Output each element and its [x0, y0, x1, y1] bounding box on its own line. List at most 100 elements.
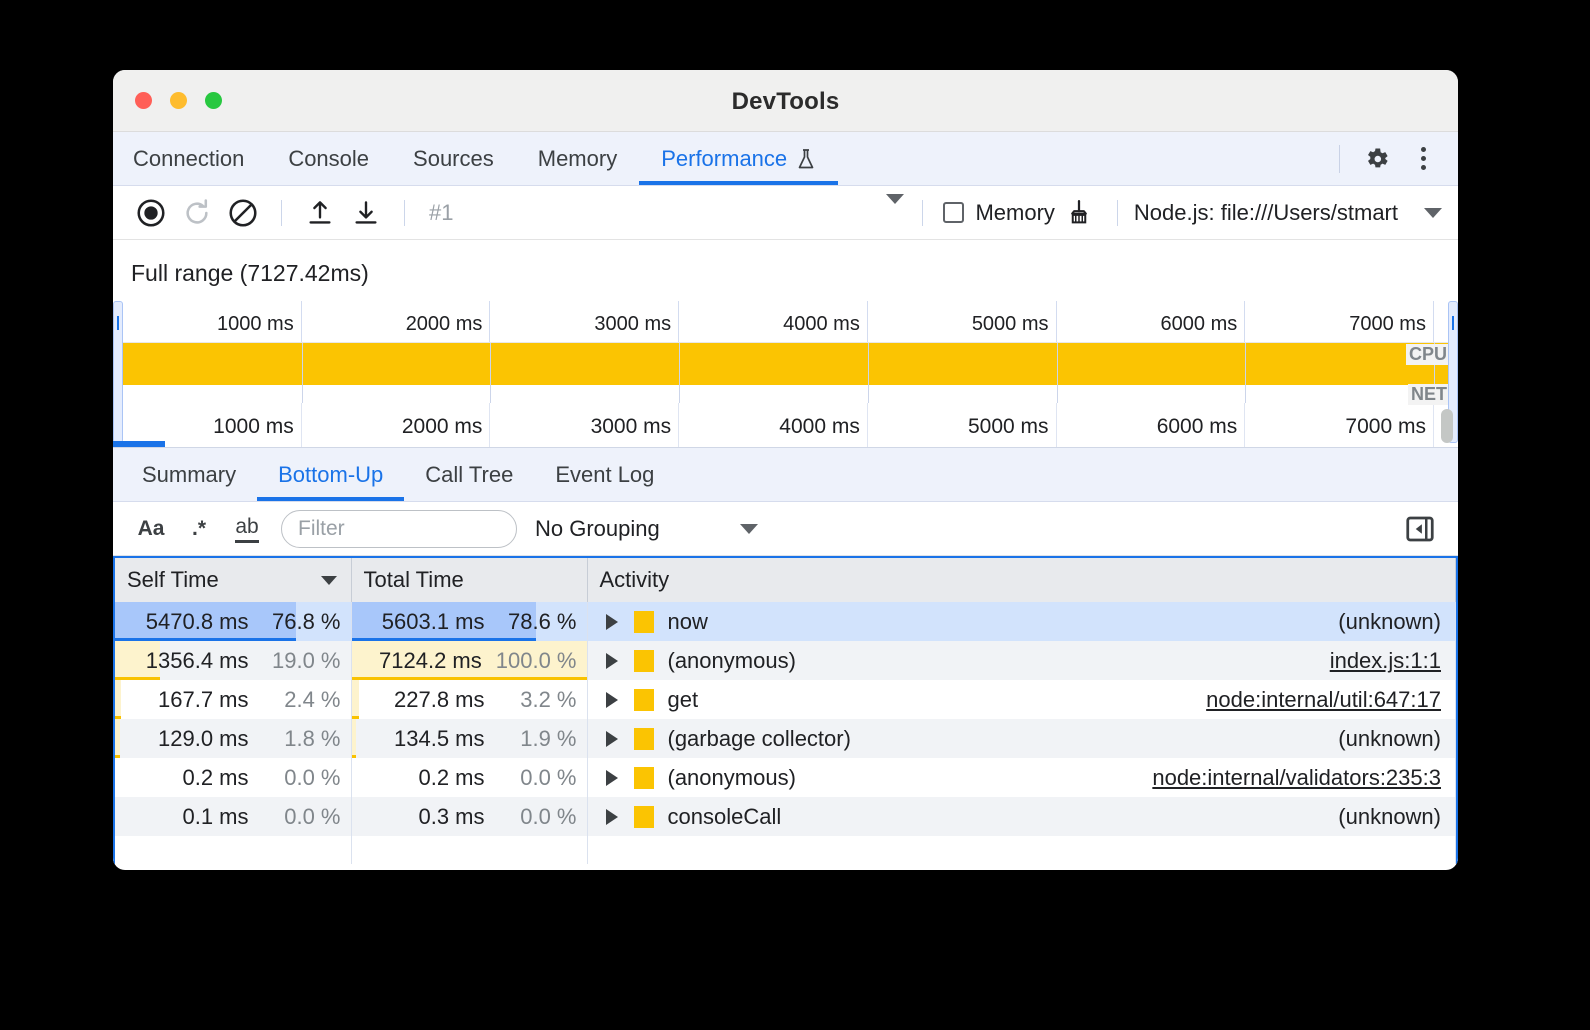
load-profile-button[interactable]: [298, 192, 342, 234]
range-scroll-indicator[interactable]: [113, 441, 165, 447]
tab-bottom-up[interactable]: Bottom-Up: [257, 448, 404, 501]
recording-toolbar: #1 Memory Node.js: file:///Users/stmart: [113, 186, 1458, 240]
regex-button[interactable]: .*: [175, 509, 223, 549]
window-title: DevTools: [113, 88, 1458, 116]
divider: [281, 200, 282, 226]
grouping-selector[interactable]: No Grouping: [535, 516, 758, 542]
cell-content: 0.2 ms0.0 %: [352, 758, 587, 797]
overview-tracks[interactable]: CPU NET: [113, 343, 1458, 403]
cell-content: 7124.2 ms100.0 %: [352, 641, 587, 680]
save-profile-button[interactable]: [344, 192, 388, 234]
collect-garbage-broom-icon: [1064, 198, 1094, 228]
activity-content: consoleCall(unknown): [588, 797, 1456, 836]
tab-memory[interactable]: Memory: [516, 132, 639, 185]
column-header-activity[interactable]: Activity: [587, 558, 1456, 602]
tab-call-tree[interactable]: Call Tree: [404, 448, 534, 501]
bottom-up-datagrid[interactable]: Self Time Total Time Activity 5470.8 ms7…: [113, 556, 1458, 864]
total-time-value: 5603.1 ms: [382, 609, 485, 635]
activity-content: (anonymous)node:internal/validators:235:…: [588, 758, 1456, 797]
collect-garbage-button[interactable]: [1057, 192, 1101, 234]
range-start-handle[interactable]: [113, 301, 123, 443]
cell-self-time: 129.0 ms1.8 %: [115, 719, 351, 758]
table-row[interactable]: 167.7 ms2.4 %227.8 ms3.2 %getnode:intern…: [115, 680, 1456, 719]
table-row[interactable]: 1356.4 ms19.0 %7124.2 ms100.0 %(anonymou…: [115, 641, 1456, 680]
column-header-self-time[interactable]: Self Time: [115, 558, 351, 602]
match-case-button[interactable]: Aa: [127, 509, 175, 549]
reload-and-record-button[interactable]: [175, 192, 219, 234]
expand-triangle-icon[interactable]: [606, 809, 618, 825]
clear-recording-button[interactable]: [221, 192, 265, 234]
cell-content: 0.2 ms0.0 %: [115, 758, 351, 797]
ruler-tick: 7000 ms: [113, 301, 1434, 342]
cell-activity: (anonymous)node:internal/validators:235:…: [587, 758, 1456, 797]
category-color-swatch: [634, 650, 654, 672]
settings-button[interactable]: [1356, 138, 1398, 180]
match-case-icon: Aa: [138, 517, 165, 541]
activity-content: now(unknown): [588, 602, 1456, 641]
recording-selector-label[interactable]: #1: [421, 200, 453, 226]
total-time-value: 0.2 ms: [418, 765, 484, 791]
cpu-usage-area: [116, 343, 1458, 385]
tab-summary[interactable]: Summary: [121, 448, 257, 501]
recording-selector-button[interactable]: [886, 204, 906, 222]
expand-triangle-icon[interactable]: [606, 614, 618, 630]
category-color-swatch: [634, 611, 654, 633]
cell-activity: (anonymous)index.js:1:1: [587, 641, 1456, 680]
cell-self-time: 0.2 ms0.0 %: [115, 758, 351, 797]
cell-activity: consoleCall(unknown): [587, 797, 1456, 836]
self-time-value: 129.0 ms: [158, 726, 249, 752]
total-time-percent: 3.2 %: [499, 687, 577, 713]
cell-total-time: 134.5 ms1.9 %: [351, 719, 587, 758]
whole-word-button[interactable]: ab: [223, 509, 271, 549]
tab-console[interactable]: Console: [266, 132, 391, 185]
activity-source-link[interactable]: index.js:1:1: [1330, 648, 1441, 674]
activity-source-link[interactable]: node:internal/util:647:17: [1206, 687, 1441, 713]
overview-ruler-top: 1000 ms2000 ms3000 ms4000 ms5000 ms6000 …: [113, 301, 1458, 343]
tab-connection[interactable]: Connection: [113, 132, 266, 185]
expand-triangle-icon[interactable]: [606, 692, 618, 708]
target-label: Node.js: file:///Users/stmart: [1134, 200, 1398, 226]
memory-label: Memory: [975, 200, 1054, 226]
divider: [922, 200, 923, 226]
cell-self-time: 167.7 ms2.4 %: [115, 680, 351, 719]
cell-content: 0.1 ms0.0 %: [115, 797, 351, 836]
category-color-swatch: [634, 806, 654, 828]
memory-checkbox[interactable]: Memory: [943, 200, 1054, 226]
more-options-button[interactable]: [1402, 138, 1444, 180]
tab-sources[interactable]: Sources: [391, 132, 516, 185]
target-selector[interactable]: Node.js: file:///Users/stmart: [1134, 200, 1442, 226]
record-button[interactable]: [129, 192, 173, 234]
self-time-percent: 2.4 %: [263, 687, 341, 713]
category-color-swatch: [634, 767, 654, 789]
overview-scrollbar-thumb[interactable]: [1441, 409, 1453, 443]
activity-source: (unknown): [1338, 804, 1441, 830]
table-row[interactable]: 0.2 ms0.0 %0.2 ms0.0 %(anonymous)node:in…: [115, 758, 1456, 797]
empty-cell: [115, 836, 351, 864]
toggle-sidebar-button[interactable]: [1396, 509, 1444, 549]
table-row[interactable]: 0.1 ms0.0 %0.3 ms0.0 %consoleCall(unknow…: [115, 797, 1456, 836]
expand-triangle-icon[interactable]: [606, 770, 618, 786]
tab-event-log[interactable]: Event Log: [534, 448, 675, 501]
filter-input[interactable]: [281, 510, 517, 548]
ruler-tick-label: 7000 ms: [1345, 415, 1426, 439]
table-row[interactable]: 5470.8 ms76.8 %5603.1 ms78.6 %now(unknow…: [115, 602, 1456, 641]
ruler-tick-label: 7000 ms: [1349, 313, 1426, 336]
column-header-total-time[interactable]: Total Time: [351, 558, 587, 602]
tab-performance[interactable]: Performance: [639, 132, 838, 185]
tab-label: Event Log: [555, 462, 654, 488]
activity-source-link[interactable]: node:internal/validators:235:3: [1152, 765, 1441, 791]
self-time-value: 0.1 ms: [182, 804, 248, 830]
total-time-percent: 78.6 %: [499, 609, 577, 635]
grouping-value: No Grouping: [535, 516, 660, 542]
tab-label: Connection: [133, 146, 244, 172]
flask-icon: [796, 148, 816, 170]
total-time-value: 134.5 ms: [394, 726, 485, 752]
expand-triangle-icon[interactable]: [606, 653, 618, 669]
table-row[interactable]: 129.0 ms1.8 %134.5 ms1.9 %(garbage colle…: [115, 719, 1456, 758]
chevron-down-icon: [740, 524, 758, 534]
chevron-down-icon: [1424, 208, 1442, 218]
timeline-overview: Full range (7127.42ms) 1000 ms2000 ms300…: [113, 240, 1458, 448]
activity-name: get: [668, 687, 699, 713]
cell-content: 129.0 ms1.8 %: [115, 719, 351, 758]
expand-triangle-icon[interactable]: [606, 731, 618, 747]
